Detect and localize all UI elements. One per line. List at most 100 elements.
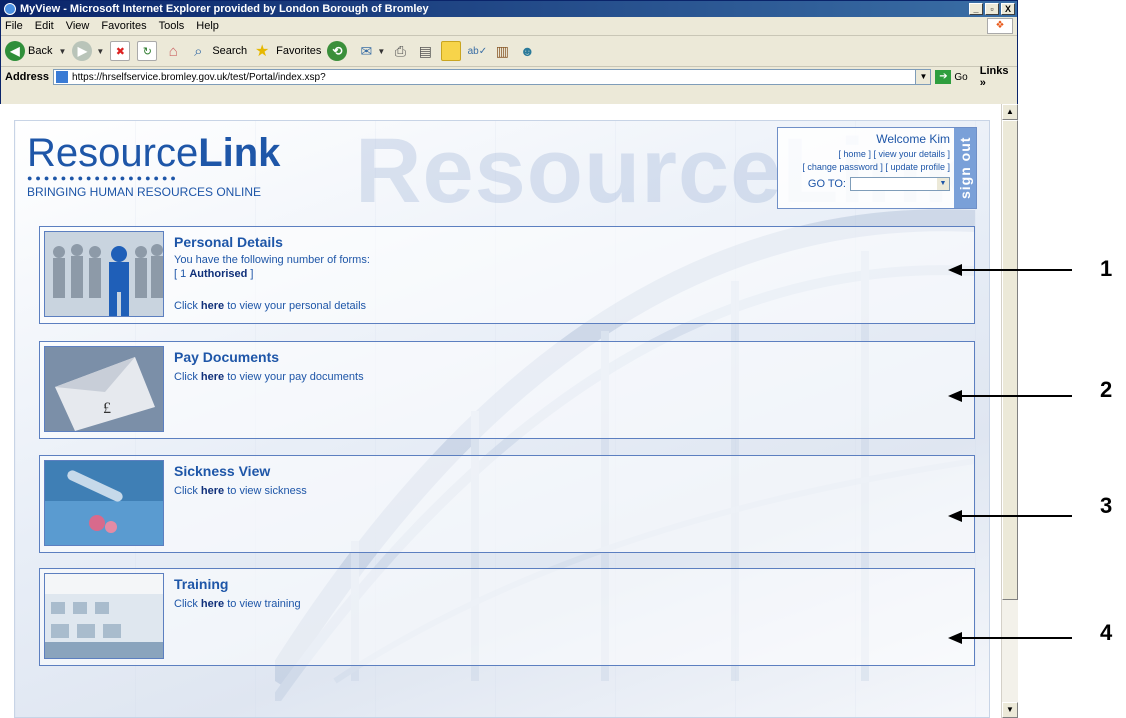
search-button-label[interactable]: Search (212, 45, 247, 57)
title-bar: MyView - Microsoft Internet Explorer pro… (1, 1, 1017, 17)
personal-details-click-text: Click here to view your personal details (174, 300, 366, 312)
scroll-up-icon[interactable]: ▲ (1002, 104, 1018, 120)
windows-logo-icon: ❖ (987, 18, 1013, 34)
ie-icon (4, 3, 16, 15)
user-panel: Welcome Kim [ home ] [ view your details… (777, 127, 977, 209)
spellcheck-icon[interactable]: ab✓ (468, 42, 488, 60)
goto-label: GO TO: (807, 178, 846, 190)
panel-personal-details: Personal Details You have the following … (39, 226, 975, 324)
resourcelink-logo: ResourceLink ●●●●●●●●●●●●●●●●●● BRINGING… (27, 131, 280, 199)
menu-favorites[interactable]: Favorites (101, 20, 146, 32)
go-arrow-icon[interactable]: ➔ (935, 70, 952, 84)
annotation-number-4: 4 (1100, 620, 1113, 645)
back-dropdown-icon[interactable]: ▼ (58, 47, 66, 56)
back-button-label[interactable]: Back (28, 45, 52, 57)
annotation-number-3: 3 (1100, 493, 1113, 518)
home-link[interactable]: home (843, 149, 866, 159)
links-label[interactable]: Links (980, 65, 1009, 77)
annotation-number-2: 2 (1100, 377, 1113, 402)
pay-documents-title[interactable]: Pay Documents (174, 349, 279, 365)
sickness-view-title[interactable]: Sickness View (174, 463, 270, 479)
menu-edit[interactable]: Edit (35, 20, 54, 32)
scrollbar-thumb[interactable] (1002, 120, 1018, 600)
click-word: Click (174, 371, 198, 383)
personal-details-tail: to view your personal details (227, 300, 367, 312)
click-word: Click (174, 300, 198, 312)
back-arrow-icon[interactable]: ◀ (5, 41, 25, 61)
pay-documents-click-text: Click here to view your pay documents (174, 371, 364, 383)
forward-dropdown-icon[interactable]: ▼ (96, 47, 104, 56)
update-profile-link[interactable]: update profile (890, 162, 945, 172)
notes-icon[interactable] (441, 41, 462, 61)
annotation-arrow-2 (948, 390, 1072, 402)
training-image[interactable] (44, 573, 164, 659)
pay-documents-here-link[interactable]: here (201, 371, 224, 383)
portal-page: ResourceLink ResourceLink ●●●●●●●●●●●●●●… (14, 120, 990, 718)
training-here-link[interactable]: here (201, 598, 224, 610)
stop-icon[interactable]: ✖ (110, 41, 131, 61)
address-url[interactable]: https://hrselfservice.bromley.gov.uk/tes… (72, 72, 326, 83)
annotation-arrow-3 (948, 510, 1072, 522)
go-label[interactable]: Go (954, 72, 967, 83)
personal-details-image[interactable] (44, 231, 164, 317)
sickness-view-here-link[interactable]: here (201, 485, 224, 497)
print-icon[interactable]: ⎙ (391, 42, 409, 60)
menu-help[interactable]: Help (196, 20, 219, 32)
menu-view[interactable]: View (66, 20, 90, 32)
logo-text-resource: Resource (27, 131, 199, 175)
go-button[interactable]: ➔ Go (935, 70, 968, 84)
favorites-button-label[interactable]: Favorites (276, 45, 321, 57)
annotation-arrow-4 (948, 632, 1072, 644)
personal-details-here-link[interactable]: here (201, 300, 224, 312)
sign-out-button[interactable]: sign out (954, 128, 976, 208)
vertical-scrollbar[interactable]: ▲ ▼ (1001, 104, 1018, 718)
links-button[interactable]: Links » (980, 65, 1017, 89)
page-viewport: ResourceLink ResourceLink ●●●●●●●●●●●●●●… (0, 104, 1001, 718)
menu-file[interactable]: File (5, 20, 23, 32)
pay-documents-image[interactable]: £ (44, 346, 164, 432)
change-password-link[interactable]: change password (807, 162, 878, 172)
page-icon (56, 71, 69, 83)
view-details-link[interactable]: view your details (878, 149, 945, 159)
home-icon[interactable]: ⌂ (164, 42, 182, 60)
sickness-view-tail: to view sickness (227, 485, 307, 497)
svg-text:£: £ (103, 400, 111, 417)
goto-select[interactable]: ▼ (850, 177, 950, 191)
panel-sickness-view: Sickness View Click here to view sicknes… (39, 455, 975, 553)
edit-icon[interactable]: ▤ (416, 42, 434, 60)
forms-count: 1 (180, 268, 187, 280)
research-icon[interactable]: ▥ (493, 42, 511, 60)
forward-arrow-icon[interactable]: ▶ (72, 41, 93, 61)
personal-details-forms-text: You have the following number of forms: (174, 254, 370, 266)
click-word: Click (174, 598, 198, 610)
address-bar: Address https://hrselfservice.bromley.go… (1, 65, 1017, 89)
address-label: Address (5, 71, 50, 83)
welcome-text: Welcome Kim (876, 132, 950, 146)
sickness-view-image[interactable] (44, 460, 164, 546)
minimize-button[interactable]: _ (969, 3, 983, 15)
mail-icon[interactable]: ✉ (357, 42, 375, 60)
messenger-icon[interactable]: ☻ (518, 42, 536, 60)
history-icon[interactable]: ⟲ (327, 41, 348, 61)
menu-bar: File Edit View Favorites Tools Help ❖ (1, 17, 1017, 36)
search-icon[interactable]: ⌕ (189, 42, 207, 60)
personal-details-title[interactable]: Personal Details (174, 234, 283, 250)
training-title[interactable]: Training (174, 576, 228, 592)
address-input[interactable]: https://hrselfservice.bromley.gov.uk/tes… (53, 69, 932, 85)
toolbar: ◀ Back ▼ ▶ ▼ ✖ ↻ ⌂ ⌕ Search ★ Favorites … (1, 36, 1017, 67)
training-click-text: Click here to view training (174, 598, 301, 610)
favorites-star-icon[interactable]: ★ (253, 42, 271, 60)
refresh-icon[interactable]: ↻ (137, 41, 158, 61)
close-button[interactable]: X (1001, 3, 1015, 15)
personal-details-forms-count: [ 1 Authorised ] (174, 268, 254, 280)
window-title: MyView - Microsoft Internet Explorer pro… (20, 3, 429, 15)
goto-dropdown-icon[interactable]: ▼ (937, 178, 949, 190)
address-dropdown-icon[interactable]: ▼ (915, 70, 931, 84)
mail-dropdown-icon[interactable]: ▼ (377, 47, 385, 56)
maximize-button[interactable]: ▫ (985, 3, 999, 15)
scroll-down-icon[interactable]: ▼ (1002, 702, 1018, 718)
forms-authorised-link[interactable]: Authorised (189, 268, 247, 280)
logo-text-link: Link (198, 131, 281, 175)
pay-documents-tail: to view your pay documents (227, 371, 364, 383)
menu-tools[interactable]: Tools (159, 20, 185, 32)
